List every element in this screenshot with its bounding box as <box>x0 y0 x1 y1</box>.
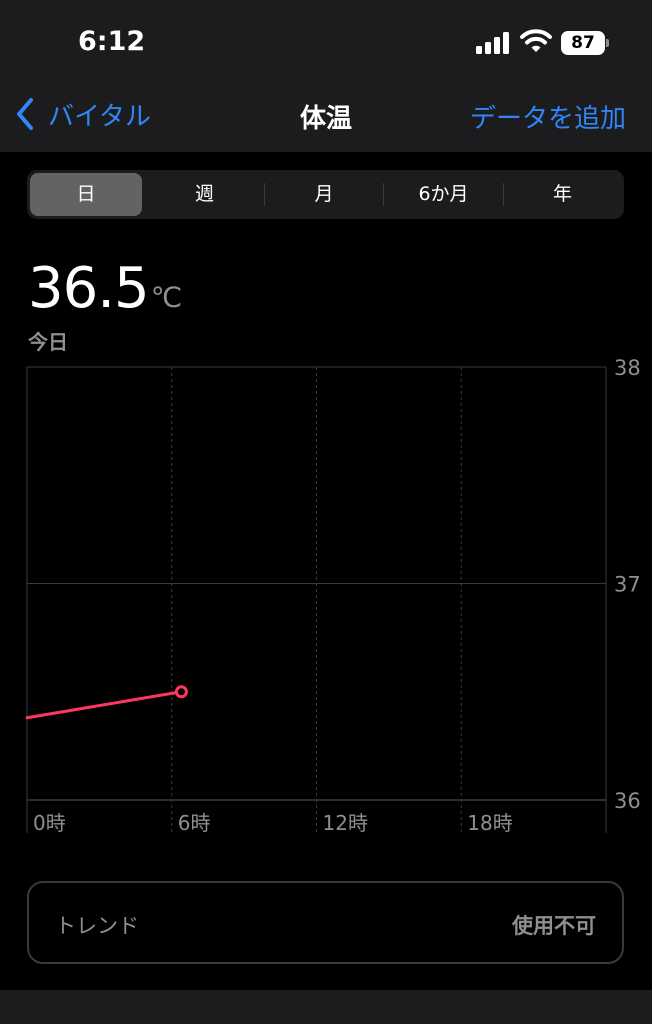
summary-value-row: 36.5 ℃ <box>28 256 182 321</box>
temperature-value: 36.5 <box>28 256 150 321</box>
x-tick-label: 12時 <box>323 811 368 835</box>
y-tick-label: 38 <box>614 356 641 380</box>
segment-6-months[interactable]: 6か月 <box>384 173 503 216</box>
y-tick-label: 37 <box>614 573 641 597</box>
temperature-unit: ℃ <box>150 281 183 314</box>
top-bar: 6:12 87 バイタル 体温 データを追加 <box>0 0 652 152</box>
add-data-button[interactable]: データを追加 <box>470 98 626 135</box>
trend-label: トレンド <box>55 914 139 938</box>
trend-card[interactable]: トレンド 使用不可 <box>27 881 624 964</box>
y-tick-label: 36 <box>614 789 641 813</box>
trend-value: 使用不可 <box>512 914 596 938</box>
battery-level: 87 <box>561 31 605 55</box>
segment-year[interactable]: 年 <box>504 173 621 216</box>
temperature-line <box>25 690 183 720</box>
time-range-segmented-control: 日 週 月 6か月 年 <box>27 170 624 219</box>
x-tick-label: 18時 <box>467 811 512 835</box>
data-point <box>174 685 188 699</box>
segment-day[interactable]: 日 <box>30 173 142 216</box>
wifi-icon <box>520 29 552 52</box>
bottom-bar <box>0 990 652 1024</box>
status-time: 6:12 <box>78 26 146 57</box>
date-label: 今日 <box>28 330 68 354</box>
battery-icon: 87 <box>561 31 609 55</box>
segment-month[interactable]: 月 <box>265 173 383 216</box>
x-tick-label: 6時 <box>178 811 211 835</box>
cellular-signal-icon <box>476 32 509 54</box>
battery-cap <box>606 39 609 47</box>
segment-week[interactable]: 週 <box>146 173 263 216</box>
x-tick-label: 0時 <box>33 811 66 835</box>
temperature-chart[interactable]: 36 37 38 0時 6時 12時 18時 <box>0 355 652 845</box>
